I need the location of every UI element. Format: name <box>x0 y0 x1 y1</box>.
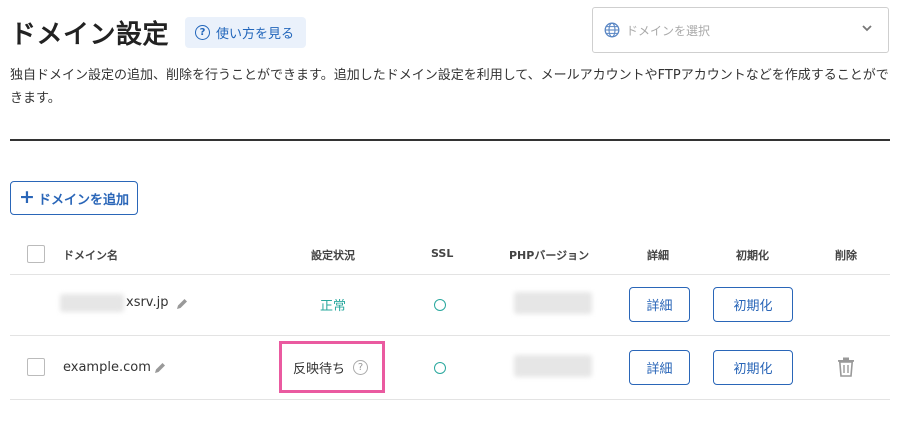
trash-icon[interactable] <box>837 357 855 377</box>
row-divider <box>10 335 890 336</box>
blurred-php-version <box>514 355 592 377</box>
init-button[interactable]: 初期化 <box>713 287 793 322</box>
header-ssl: SSL <box>431 247 454 260</box>
header-init: 初期化 <box>736 249 769 262</box>
help-button-label: 使い方を見る <box>216 27 295 42</box>
divider <box>10 139 890 141</box>
row-divider <box>10 274 890 275</box>
header-domain: ドメイン名 <box>63 249 118 262</box>
status-pending-label: 反映待ち <box>293 361 346 377</box>
blurred-domain-prefix <box>60 294 124 312</box>
pencil-icon[interactable] <box>153 361 167 375</box>
detail-button[interactable]: 詳細 <box>629 350 690 385</box>
globe-icon <box>604 22 620 38</box>
header-status: 設定状況 <box>311 249 355 262</box>
domain-name: xsrv.jp <box>126 295 169 310</box>
help-button[interactable]: ? 使い方を見る <box>185 17 306 48</box>
init-button[interactable]: 初期化 <box>713 350 793 385</box>
pencil-icon[interactable] <box>175 297 189 311</box>
add-domain-button[interactable]: + ドメインを追加 <box>10 181 138 215</box>
header-php: PHPバージョン <box>509 249 590 262</box>
plus-icon: + <box>19 186 35 208</box>
ssl-status-ring <box>434 362 446 374</box>
blurred-php-version <box>514 292 592 314</box>
detail-button[interactable]: 詳細 <box>629 287 690 322</box>
select-all-checkbox[interactable] <box>27 245 45 263</box>
row-divider <box>10 399 890 400</box>
header-delete: 削除 <box>835 249 857 262</box>
question-circle-icon: ? <box>195 25 210 40</box>
question-circle-icon[interactable]: ? <box>353 359 369 375</box>
page-title: ドメイン設定 <box>10 20 170 50</box>
domain-select-placeholder: ドメインを選択 <box>626 23 711 38</box>
add-domain-label: ドメインを追加 <box>37 192 129 208</box>
domain-name: example.com <box>63 360 151 375</box>
status-pending: 反映待ち ? <box>279 341 385 393</box>
status-ok: 正常 <box>320 299 347 314</box>
domain-select[interactable]: ドメインを選択 <box>592 7 889 53</box>
ssl-status-ring <box>434 299 446 311</box>
page-description: 独自ドメイン設定の追加、削除を行うことができます。追加したドメイン設定を利用して… <box>10 68 889 106</box>
row-checkbox[interactable] <box>27 358 45 376</box>
chevron-down-icon <box>862 25 872 32</box>
header-detail: 詳細 <box>647 249 669 262</box>
